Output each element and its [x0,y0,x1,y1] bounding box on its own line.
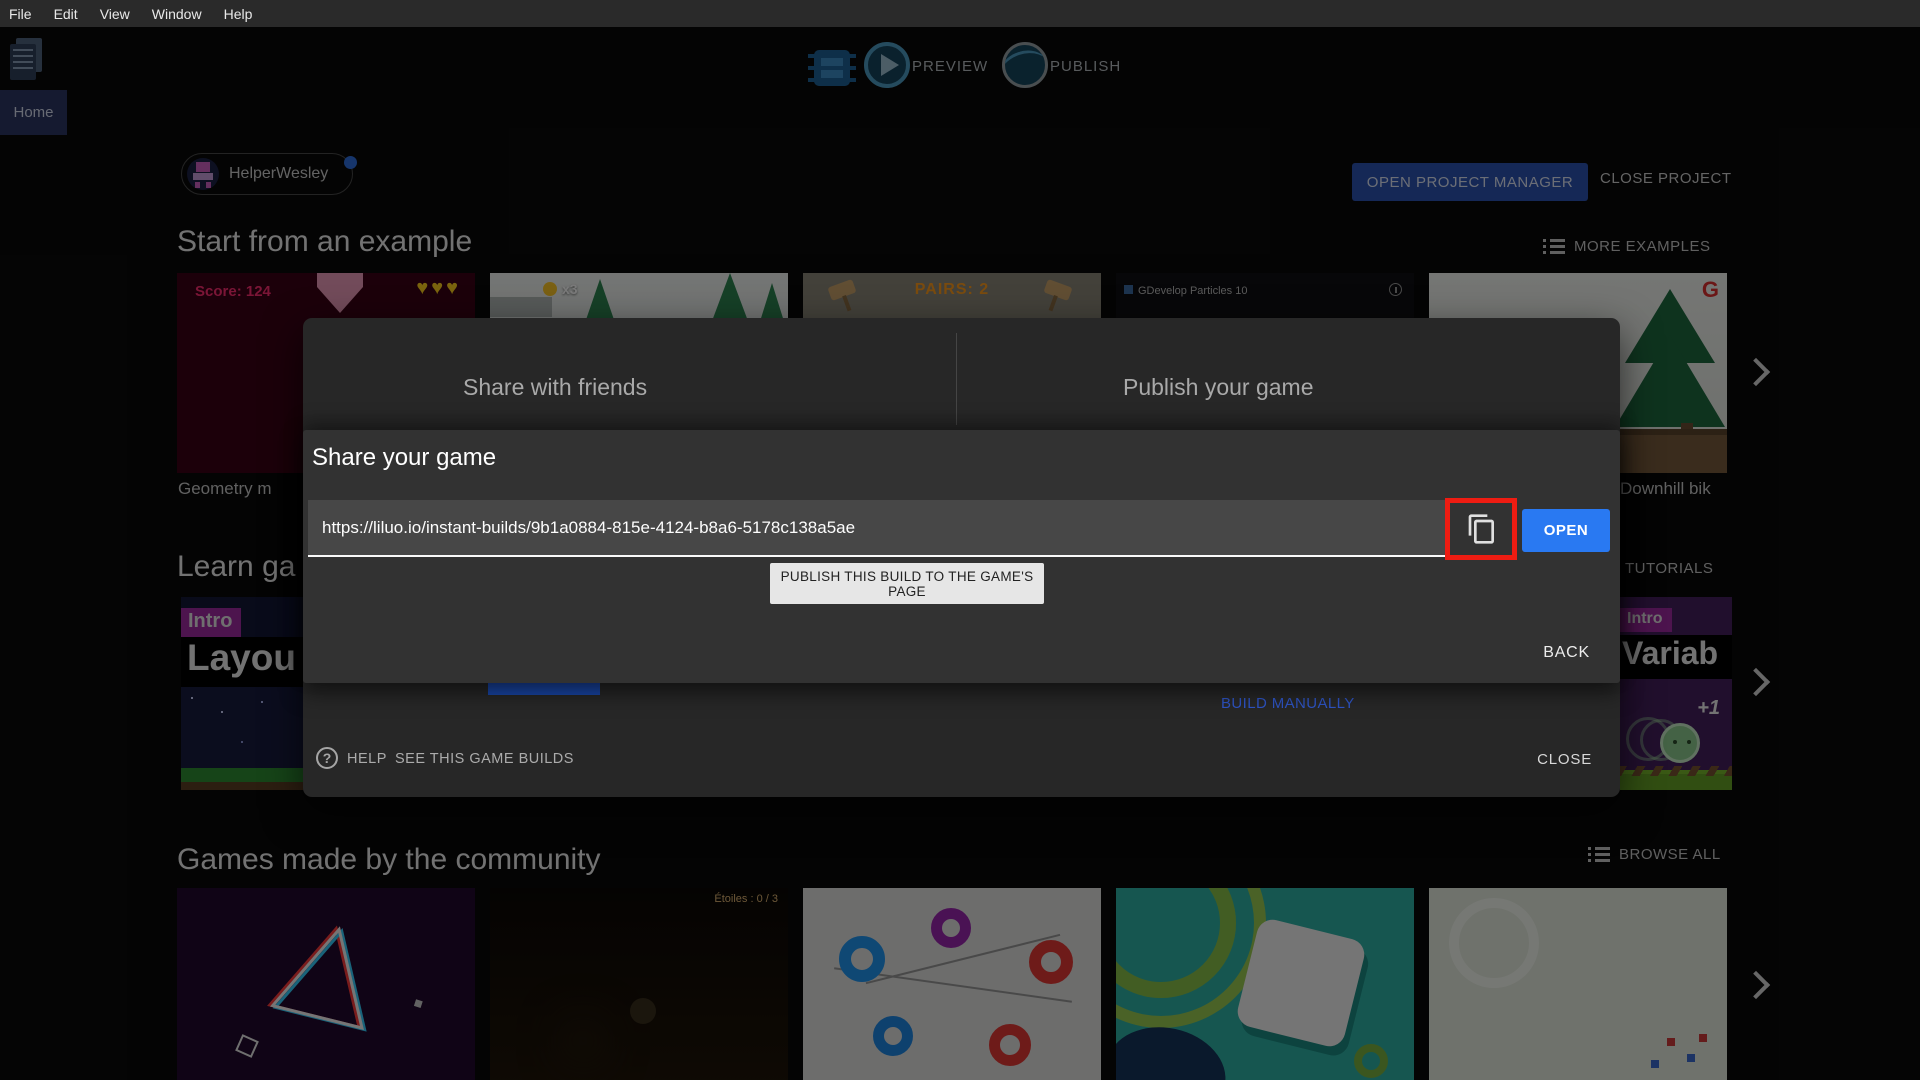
annotation-highlight-box [1445,498,1517,560]
close-dialog-button[interactable]: CLOSE [1537,751,1592,768]
tab-share-with-friends[interactable]: Share with friends [463,374,647,401]
hidden-generate-button-edge [488,682,600,695]
publish-build-button[interactable]: PUBLISH THIS BUILD TO THE GAME'S PAGE [770,563,1044,604]
back-button[interactable]: BACK [1543,644,1590,662]
see-game-builds-button[interactable]: SEE THIS GAME BUILDS [395,751,574,767]
build-manually-link[interactable]: BUILD MANUALLY [1221,695,1355,712]
menu-view[interactable]: View [89,6,141,22]
tab-publish-your-game[interactable]: Publish your game [1123,374,1314,401]
share-dialog-title: Share your game [312,444,497,471]
menu-help[interactable]: Help [213,6,264,22]
menu-file[interactable]: File [0,6,43,22]
menu-bar: File Edit View Window Help [0,0,1920,27]
help-icon[interactable]: ? [316,747,338,769]
help-button[interactable]: HELP [347,751,387,767]
menu-edit[interactable]: Edit [43,6,89,22]
share-game-dialog: Share your game OPEN PUBLISH THIS BUILD … [303,430,1620,683]
game-url-input[interactable] [308,500,1448,557]
tab-divider [956,333,957,425]
menu-window[interactable]: Window [141,6,213,22]
publish-dialog: Share with friends Publish your game BUI… [303,318,1620,797]
open-game-button[interactable]: OPEN [1522,509,1610,552]
gdevelop-app: File Edit View Window Help Home PREVIEW … [0,0,1920,1080]
